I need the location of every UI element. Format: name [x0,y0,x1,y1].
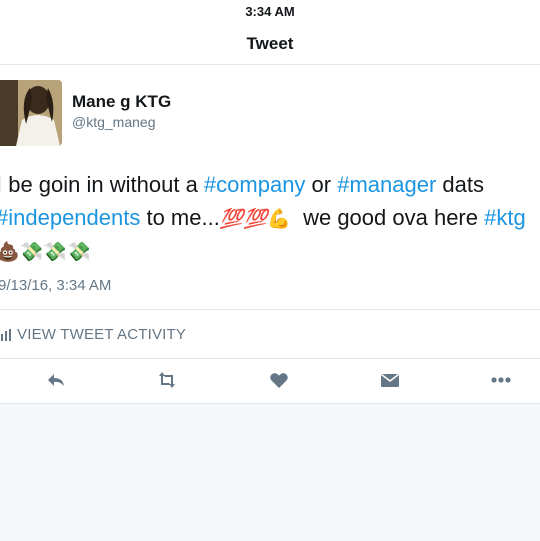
retweet-icon [159,372,175,388]
author-name[interactable]: Mane g KTG [72,92,171,112]
tweet-text-segment: dats [436,172,485,197]
view-tweet-activity-link[interactable]: VIEW TWEET ACTIVITY [0,310,540,358]
status-bar: 3:34 AM [0,0,540,24]
tweet-text-segment: we good ova here [290,205,485,230]
money-with-wings-emoji: 💸 [43,242,68,263]
tweet-actions-bar [0,358,540,402]
hashtag-ktg[interactable]: #ktg [484,205,526,230]
money-with-wings-emoji: 💸 [67,242,91,263]
more-icon [491,377,511,383]
tweet-line-3: 💩💸💸💸 [0,234,540,267]
avatar[interactable] [0,80,62,146]
tweet-timestamp: 9/13/16, 3:34 AM [0,277,112,294]
tweet-text: I be goin in without a #company or #mana… [0,168,540,267]
hashtag-company[interactable]: #company [204,172,306,197]
tweet-text-segment: to me... [140,205,220,230]
more-options-button[interactable] [490,369,512,391]
reply-icon [48,374,64,386]
tweet-line-2: #independents to me...💯💯💪 we good ova he… [0,201,540,234]
author-handle[interactable]: @ktg_maneg [72,114,155,130]
view-tweet-activity-label: VIEW TWEET ACTIVITY [17,326,187,343]
status-time: 3:34 AM [245,4,295,19]
retweet-button[interactable] [156,369,178,391]
tweet-text-segment: or [305,172,338,197]
hundred-points-emoji: 💯 [219,209,244,230]
hashtag-independents[interactable]: #independents [0,205,140,230]
like-button[interactable] [268,369,290,391]
money-with-wings-emoji: 💸 [19,242,44,263]
avatar-photo [0,80,62,146]
pile-of-poo-emoji: 💩 [0,242,20,263]
flexed-biceps-emoji: 💪 [267,209,291,230]
hundred-points-emoji: 💯 [243,209,268,230]
direct-message-icon [381,373,399,387]
tweet-line-1: I be goin in without a #company or #mana… [0,168,540,201]
tweet-text-segment: I be goin in without a [0,172,204,197]
like-icon [270,373,288,388]
direct-message-button[interactable] [379,369,401,391]
hashtag-manager[interactable]: #manager [337,172,436,197]
replies-area [0,403,540,541]
activity-bar-chart-icon [0,328,12,341]
navigation-bar: Tweet [0,24,540,65]
reply-button[interactable] [45,369,67,391]
page-title: Tweet [246,34,294,53]
